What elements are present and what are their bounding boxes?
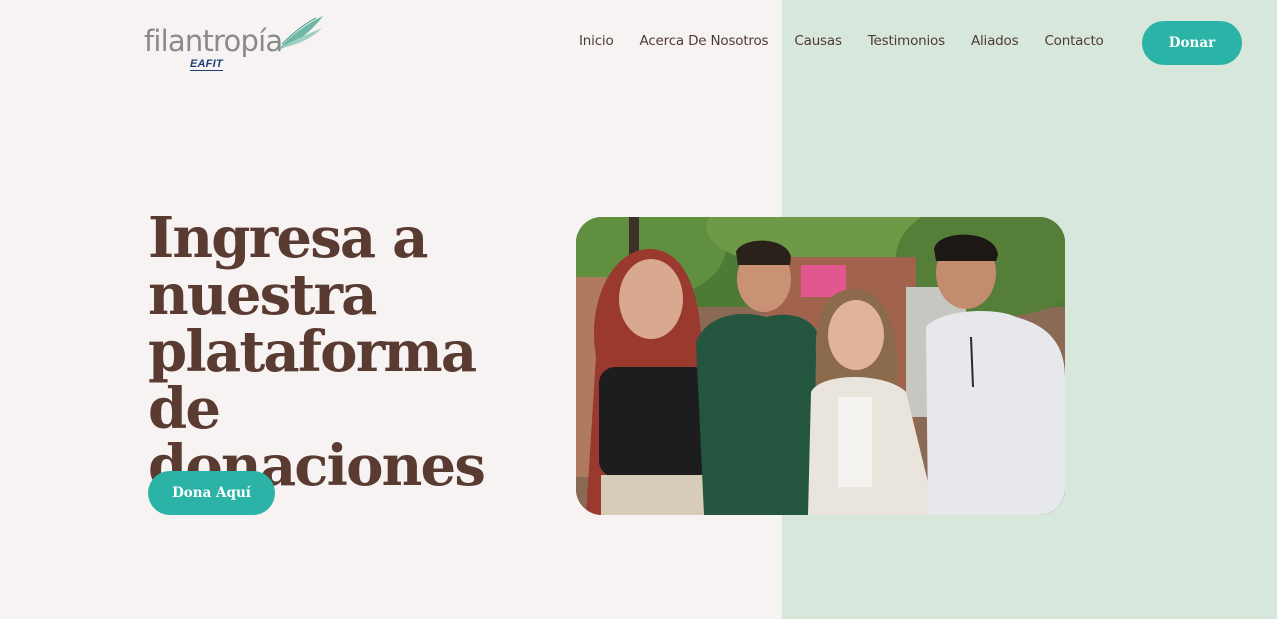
- nav-contacto[interactable]: Contacto: [1044, 33, 1103, 49]
- leaves-icon: [278, 16, 323, 50]
- main-nav: Inicio Acerca De Nosotros Causas Testimo…: [579, 33, 1104, 49]
- group-photo-illustration: [576, 217, 1065, 515]
- site-logo[interactable]: filantropía EAFIT: [144, 14, 324, 78]
- hero-image: [576, 217, 1065, 515]
- logo-subbrand: EAFIT: [190, 58, 223, 71]
- nav-aliados[interactable]: Aliados: [971, 33, 1019, 49]
- logo-wordmark: filantropía: [144, 24, 283, 58]
- hero-title: Ingresa a nuestra plataforma de donacion…: [148, 205, 486, 499]
- nav-inicio[interactable]: Inicio: [579, 33, 614, 49]
- landing-page: filantropía EAFIT Inicio Acerca De Nosot…: [0, 0, 1277, 619]
- nav-testimonios[interactable]: Testimonios: [868, 33, 945, 49]
- dona-aqui-button[interactable]: Dona Aquí: [148, 471, 275, 515]
- nav-causas[interactable]: Causas: [794, 33, 842, 49]
- nav-acerca-de-nosotros[interactable]: Acerca De Nosotros: [640, 33, 769, 49]
- donate-button[interactable]: Donar: [1142, 21, 1242, 65]
